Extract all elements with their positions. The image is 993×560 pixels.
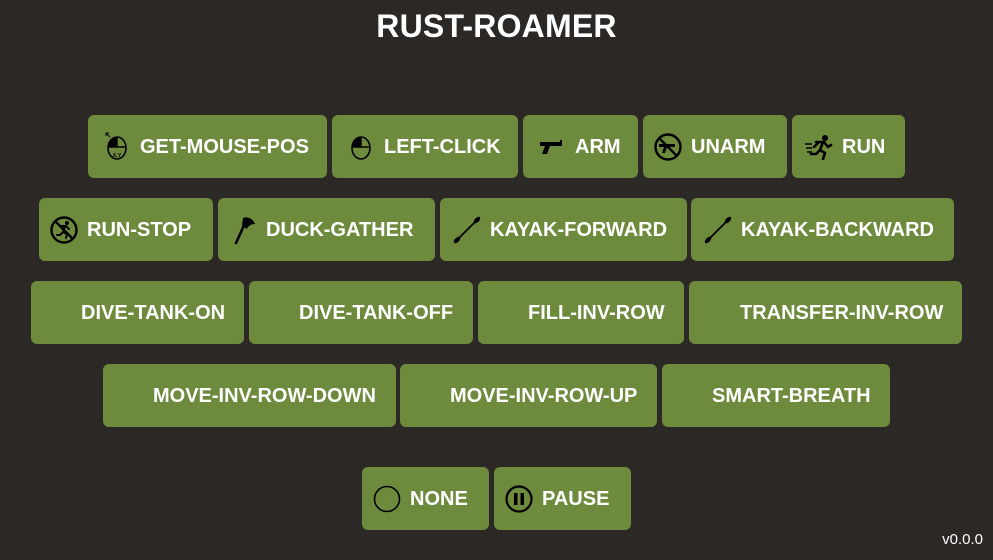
move-inv-row-down-button[interactable]: MOVE-INV-ROW-DOWN: [103, 364, 396, 427]
pistol-icon: [537, 132, 567, 162]
run-button[interactable]: RUN: [792, 115, 905, 178]
move-inv-row-up-button[interactable]: MOVE-INV-ROW-UP: [400, 364, 657, 427]
get-mouse-pos-label: GET-MOUSE-POS: [140, 135, 309, 158]
kayak-forward-label: KAYAK-FORWARD: [490, 218, 668, 241]
dive-tank-off-label: DIVE-TANK-OFF: [299, 301, 454, 324]
get-mouse-pos-button[interactable]: X,Y GET-MOUSE-POS: [88, 115, 327, 178]
axe-icon: [228, 215, 258, 245]
pause-button[interactable]: PAUSE: [494, 467, 631, 530]
svg-text:X,Y: X,Y: [113, 153, 122, 159]
kayak-backward-button[interactable]: KAYAK-BACKWARD: [691, 198, 954, 261]
fill-inv-row-button[interactable]: FILL-INV-ROW: [478, 281, 684, 344]
left-click-label: LEFT-CLICK: [384, 135, 501, 158]
smart-breath-button[interactable]: SMART-BREATH: [662, 364, 890, 427]
dive-tank-on-button[interactable]: DIVE-TANK-ON: [31, 281, 244, 344]
fill-inv-row-label: FILL-INV-ROW: [528, 301, 665, 324]
no-pistol-icon: [653, 132, 683, 162]
arm-label: ARM: [575, 135, 621, 158]
app-title: RUST-ROAMER: [376, 8, 617, 44]
unarm-label: UNARM: [691, 135, 766, 158]
run-stop-label: RUN-STOP: [87, 218, 192, 241]
pause-label: PAUSE: [542, 487, 610, 510]
move-inv-row-up-label: MOVE-INV-ROW-UP: [450, 384, 638, 407]
left-click-button[interactable]: LEFT-CLICK: [332, 115, 518, 178]
running-man-icon: [804, 132, 834, 162]
none-button[interactable]: NONE: [362, 467, 489, 530]
arm-button[interactable]: ARM: [523, 115, 638, 178]
mouse-left-icon: [346, 132, 376, 162]
smart-breath-label: SMART-BREATH: [712, 384, 871, 407]
dive-tank-off-button[interactable]: DIVE-TANK-OFF: [249, 281, 473, 344]
kayak-backward-label: KAYAK-BACKWARD: [741, 218, 934, 241]
move-inv-row-down-label: MOVE-INV-ROW-DOWN: [153, 384, 376, 407]
no-running-icon: [49, 215, 79, 245]
none-label: NONE: [410, 487, 468, 510]
transfer-inv-row-button[interactable]: TRANSFER-INV-ROW: [689, 281, 962, 344]
unarm-button[interactable]: UNARM: [643, 115, 787, 178]
paddle-icon: [452, 215, 482, 245]
dive-tank-on-label: DIVE-TANK-ON: [81, 301, 226, 324]
kayak-forward-button[interactable]: KAYAK-FORWARD: [440, 198, 687, 261]
pause-icon: [504, 484, 534, 514]
transfer-inv-row-label: TRANSFER-INV-ROW: [740, 301, 944, 324]
paddle-icon: [703, 215, 733, 245]
duck-gather-label: DUCK-GATHER: [266, 218, 414, 241]
circle-icon: [372, 484, 402, 514]
run-label: RUN: [842, 135, 886, 158]
run-stop-button[interactable]: RUN-STOP: [39, 198, 213, 261]
mouse-xy-icon: X,Y: [102, 132, 132, 162]
duck-gather-button[interactable]: DUCK-GATHER: [218, 198, 435, 261]
version-label: v0.0.0: [942, 531, 983, 548]
